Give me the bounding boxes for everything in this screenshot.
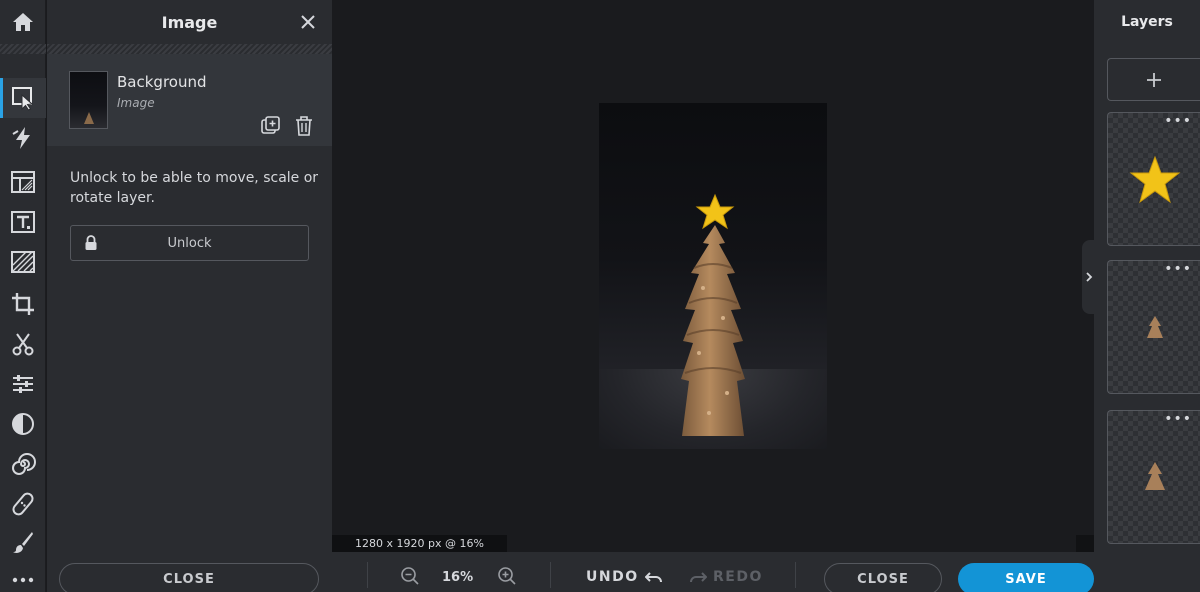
select-arrow-icon	[12, 87, 34, 111]
brush-icon	[13, 532, 33, 553]
layer-thumb-art	[1108, 411, 1200, 545]
effects-tool[interactable]	[0, 444, 46, 484]
redo-button[interactable]: REDO	[689, 569, 763, 585]
cutout-tool[interactable]	[0, 324, 46, 364]
lightning-icon	[12, 127, 30, 149]
stage-corner	[1076, 535, 1094, 552]
redo-icon	[690, 572, 707, 583]
zoom-in-button[interactable]	[497, 566, 517, 586]
retouch-tool[interactable]	[0, 484, 46, 524]
arrange-tool[interactable]	[0, 78, 46, 118]
undo-label: UNDO	[586, 569, 639, 585]
crop-icon	[12, 293, 34, 315]
chevron-right-icon	[1086, 272, 1093, 282]
layout-icon	[11, 171, 35, 193]
canvas-dimensions: 1280 x 1920 px @ 16%	[332, 535, 507, 552]
duplicate-layer-button[interactable]	[259, 114, 283, 138]
more-tools[interactable]	[0, 560, 46, 592]
scissors-icon	[12, 333, 34, 356]
star-icon	[1129, 155, 1180, 204]
tree-icon	[1144, 462, 1165, 490]
rail-divider	[0, 44, 46, 54]
draw-tool[interactable]	[0, 522, 46, 562]
quick-fix-tool[interactable]	[0, 118, 46, 158]
home-button[interactable]	[0, 0, 46, 44]
sliders-icon	[13, 375, 33, 393]
bottom-toolbar: 16% UNDO REDO CLOSE SAVE	[332, 552, 1094, 592]
tool-rail	[0, 0, 46, 592]
filter-tool[interactable]	[0, 404, 46, 444]
layer-name: Background	[117, 73, 207, 91]
undo-icon	[644, 572, 662, 583]
zoom-out-icon	[401, 567, 419, 585]
photo-editor-app: Image Background Image Unlock to be able…	[0, 0, 1200, 592]
unlock-button[interactable]: Unlock	[70, 225, 309, 261]
zoom-out-button[interactable]	[400, 566, 420, 586]
panel-close-text-button[interactable]: CLOSE	[59, 563, 319, 592]
contrast-icon	[12, 413, 34, 435]
plus-icon	[1147, 72, 1161, 87]
crop-tool[interactable]	[0, 284, 46, 324]
toolbar-separator	[367, 562, 368, 588]
trash-icon	[296, 116, 312, 136]
spiral-icon	[12, 453, 36, 475]
panel-header: Image	[47, 0, 332, 44]
layer-type: Image	[117, 96, 155, 110]
close-icon	[301, 15, 315, 29]
layer-options-button[interactable]: •••	[1164, 412, 1192, 426]
toolbar-separator	[550, 562, 551, 588]
layer-thumbnail	[69, 71, 108, 129]
layout-tool[interactable]	[0, 162, 46, 202]
layer-options-button[interactable]: •••	[1164, 262, 1192, 276]
panel-divider	[47, 44, 332, 54]
panel-close-button[interactable]	[298, 12, 318, 32]
text-tool[interactable]	[0, 202, 46, 242]
zoom-in-icon	[498, 567, 516, 585]
layer-thumb-tree[interactable]: •••	[1107, 410, 1200, 544]
redo-label: REDO	[713, 569, 763, 585]
pattern-icon	[11, 251, 35, 273]
tree-icon	[1146, 316, 1163, 338]
text-icon	[11, 211, 35, 233]
close-button[interactable]: CLOSE	[824, 563, 942, 592]
save-button[interactable]: SAVE	[958, 563, 1094, 592]
adjust-tool[interactable]	[0, 364, 46, 404]
panel-title: Image	[161, 12, 218, 32]
duplicate-icon	[261, 116, 280, 134]
more-dots-icon	[12, 577, 34, 583]
layer-thumb-art	[1108, 261, 1200, 395]
unlock-button-label: Unlock	[167, 235, 212, 251]
add-layer-button[interactable]	[1107, 58, 1200, 101]
canvas-image[interactable]	[599, 103, 827, 449]
toolbar-separator	[795, 562, 796, 588]
undo-button[interactable]: UNDO	[586, 569, 663, 585]
layer-thumb-star[interactable]: •••	[1107, 112, 1200, 246]
layer-thumb-tree-small[interactable]: •••	[1107, 260, 1200, 394]
lock-icon	[85, 235, 97, 250]
zoom-level: 16%	[442, 570, 474, 585]
unlock-message: Unlock to be able to move, scale or rota…	[70, 170, 319, 206]
layers-panel: Layers ••• ••• •••	[1094, 0, 1200, 592]
canvas-stage: 1280 x 1920 px @ 16%	[332, 0, 1094, 552]
thumbnail-tree	[84, 112, 94, 124]
delete-layer-button[interactable]	[292, 114, 316, 138]
home-icon	[13, 13, 33, 31]
layer-thumb-art	[1108, 113, 1200, 247]
tree-photo	[681, 193, 745, 436]
selected-layer-card: Background Image	[47, 54, 332, 146]
properties-panel: Image Background Image Unlock to be able…	[47, 0, 332, 592]
layer-options-button[interactable]: •••	[1164, 114, 1192, 128]
bandage-icon	[12, 492, 34, 516]
layers-title: Layers	[1121, 14, 1173, 30]
pattern-tool[interactable]	[0, 242, 46, 282]
